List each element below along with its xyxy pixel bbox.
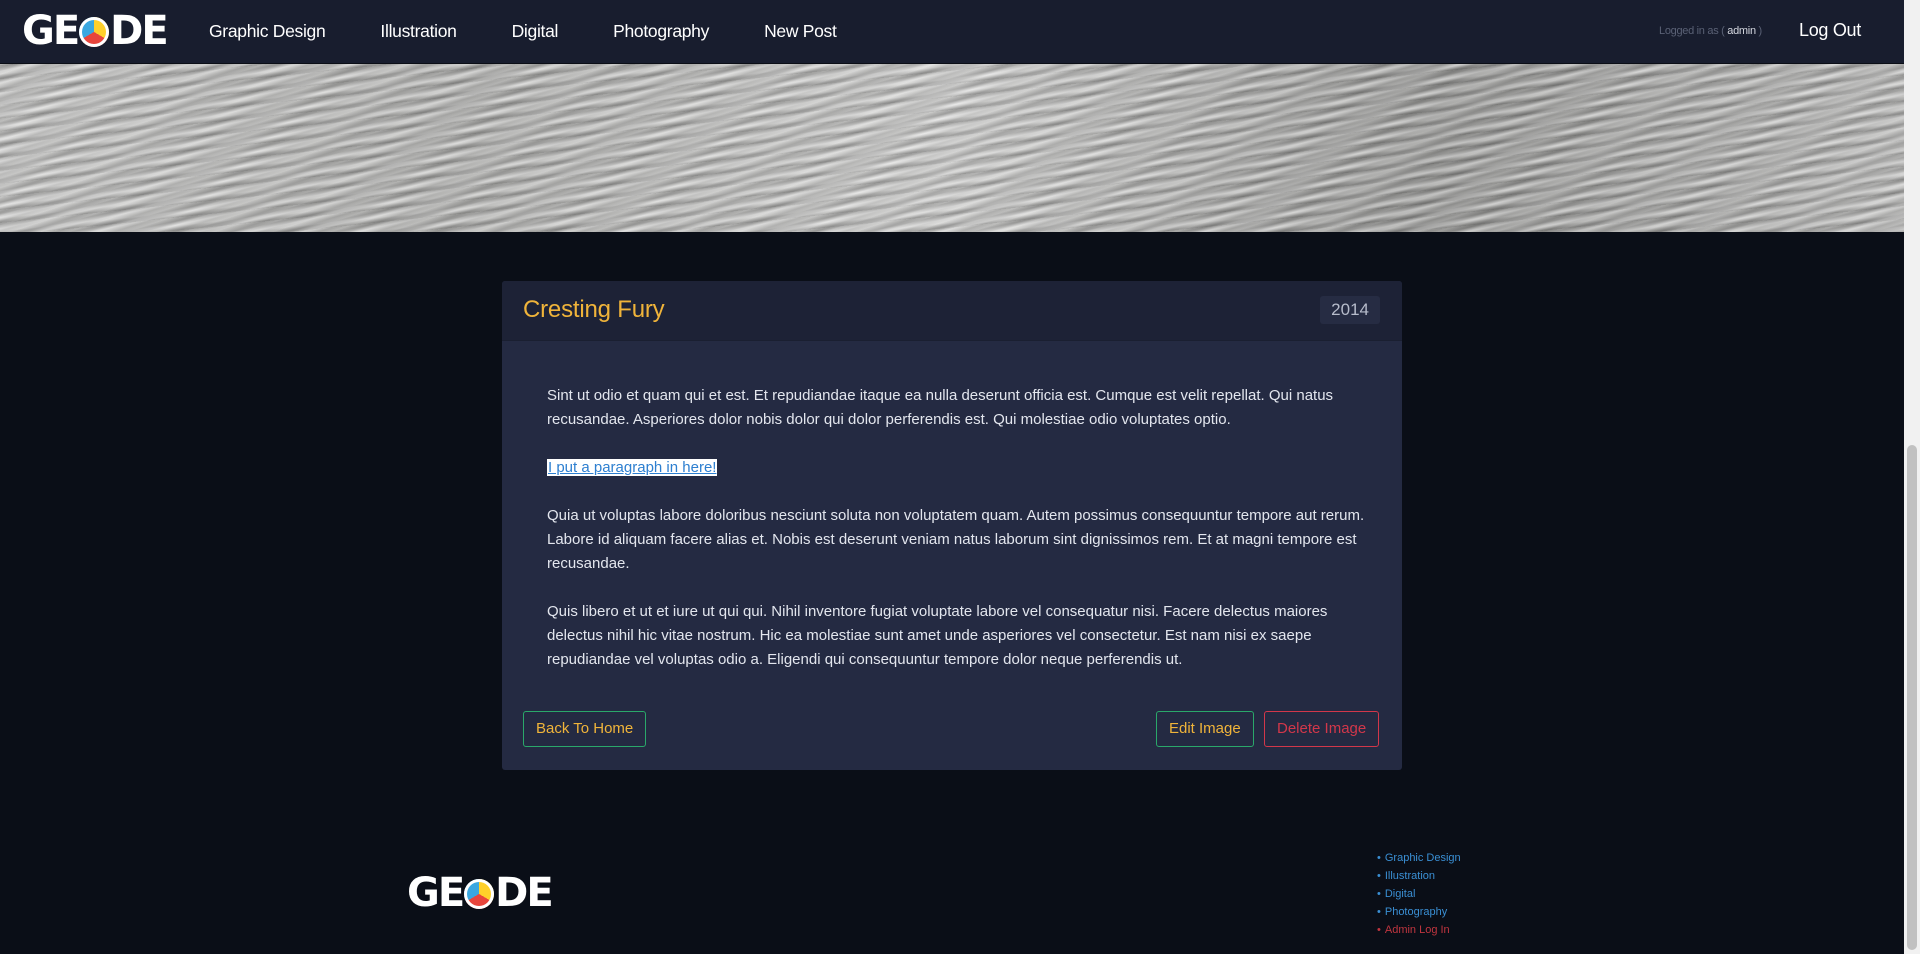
footer-link-label: Illustration <box>1384 870 1435 882</box>
footer-link-admin-login[interactable]: • Admin Log In <box>1377 921 1461 939</box>
footer-link-label: Graphic Design <box>1384 852 1461 864</box>
nav-link-digital[interactable]: Digital <box>512 21 559 42</box>
back-to-home-button[interactable]: Back To Home <box>523 711 647 747</box>
logo-text-left: GE <box>22 8 80 54</box>
nav-link-graphic-design[interactable]: Graphic Design <box>209 21 326 42</box>
post-paragraph: Quis libero et ut et iure ut qui qui. Ni… <box>547 603 1328 668</box>
footer-link-photography[interactable]: • Photography <box>1377 903 1461 921</box>
nav-links: Graphic Design Illustration Digital Phot… <box>209 0 892 63</box>
logo-o-icon <box>79 17 110 47</box>
post-inline-link[interactable]: I put a paragraph in here! <box>547 459 718 476</box>
bullet-icon: • <box>1377 924 1381 936</box>
delete-image-button[interactable]: Delete Image <box>1264 711 1380 747</box>
post-body: Sint ut odio et quam qui et est. Et repu… <box>547 384 1367 696</box>
bullet-icon: • <box>1377 870 1381 882</box>
logged-in-suffix: ) <box>1758 25 1763 37</box>
logged-in-prefix: Logged in as ( <box>1659 25 1725 37</box>
footer-links: • Graphic Design • Illustration • Digital •… <box>1377 849 1461 939</box>
logout-link[interactable]: Log Out <box>1799 20 1861 41</box>
geode-logo[interactable]: GE DE <box>22 8 169 54</box>
top-navbar: GE DE Graphic Design Illustration Digital… <box>0 0 1904 63</box>
logo-text-right: DE <box>110 8 169 54</box>
footer-logo-text-right: DE <box>495 870 554 916</box>
footer-link-label: Photography <box>1384 906 1448 918</box>
page-scrollbar[interactable] <box>1904 0 1920 954</box>
bullet-icon: • <box>1377 852 1381 864</box>
bullet-icon: • <box>1377 888 1381 900</box>
footer-logo-text-left: GE <box>407 870 465 916</box>
footer-link-graphic-design[interactable]: • Graphic Design <box>1377 849 1461 867</box>
logged-in-status: Logged in as ( admin ) <box>1659 25 1762 37</box>
logged-in-user: admin <box>1727 25 1756 37</box>
post-paragraph: Sint ut odio et quam qui et est. Et repu… <box>547 387 1334 428</box>
post-card: Cresting Fury 2014 Sint ut odio et quam … <box>502 281 1402 770</box>
year-badge: 2014 <box>1320 296 1380 324</box>
scrollbar-thumb[interactable] <box>1907 445 1917 950</box>
bullet-icon: • <box>1377 906 1381 918</box>
nav-link-illustration[interactable]: Illustration <box>380 21 456 42</box>
post-paragraph-link-row: I put a paragraph in here! <box>547 456 1367 480</box>
footer-logo[interactable]: GE DE <box>407 870 554 916</box>
post-card-header: Cresting Fury 2014 <box>502 281 1402 341</box>
post-paragraph: Quia ut voluptas labore doloribus nesciu… <box>547 507 1365 572</box>
footer-link-illustration[interactable]: • Illustration <box>1377 867 1461 885</box>
post-title: Cresting Fury <box>523 296 665 323</box>
nav-link-new-post[interactable]: New Post <box>764 21 837 42</box>
edit-image-button[interactable]: Edit Image <box>1156 711 1254 747</box>
hero-image-waves <box>0 63 1904 232</box>
nav-link-photography[interactable]: Photography <box>613 21 709 42</box>
footer-logo-o-icon <box>464 879 495 909</box>
footer-link-label: Admin Log In <box>1384 924 1450 936</box>
footer-link-digital[interactable]: • Digital <box>1377 885 1461 903</box>
footer-link-label: Digital <box>1384 888 1416 900</box>
